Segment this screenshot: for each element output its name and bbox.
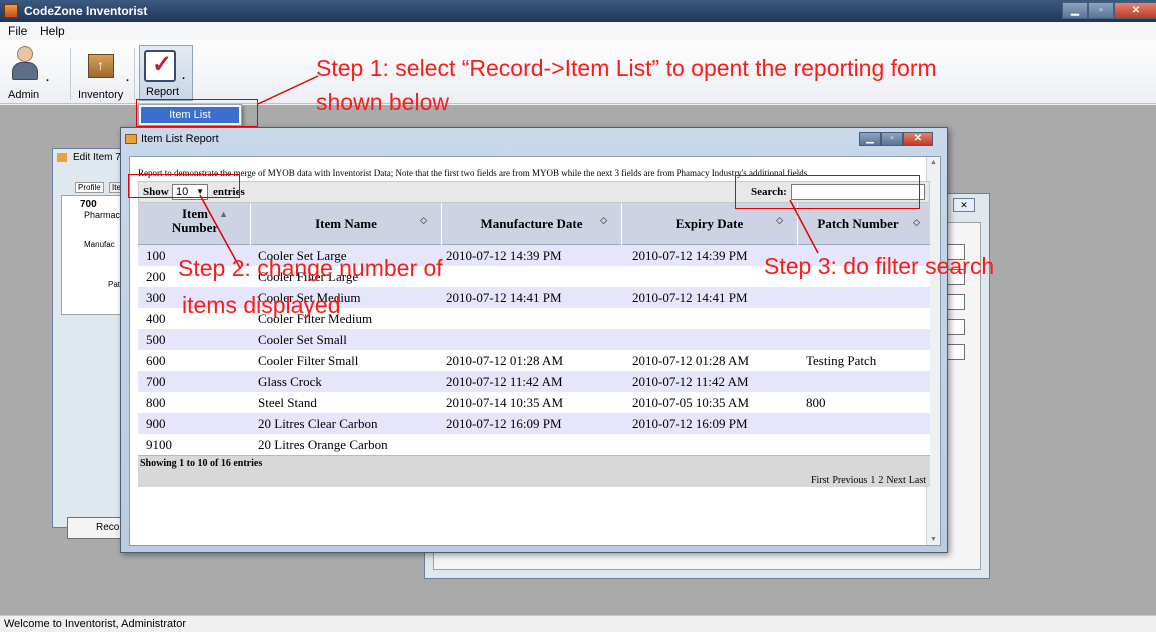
annotation-step2-line1: Step 2: change number of	[178, 255, 443, 281]
annotation-step3: Step 3: do filter search	[764, 253, 995, 279]
annotation-line-step1	[257, 75, 319, 105]
annotation-lines	[199, 75, 819, 269]
annotation-step1-line1: Step 1: select “Record->Item List” to op…	[316, 55, 937, 81]
highlight-item-list	[136, 99, 258, 127]
highlight-search	[735, 175, 920, 209]
status-text: Welcome to Inventorist, Administrator	[4, 618, 186, 630]
status-bar: Welcome to Inventorist, Administrator	[0, 615, 1156, 632]
annotation-step1-line2: shown below	[316, 89, 449, 115]
highlight-show-entries	[128, 174, 240, 198]
annotation-step2-line2: items displayed	[182, 292, 341, 318]
